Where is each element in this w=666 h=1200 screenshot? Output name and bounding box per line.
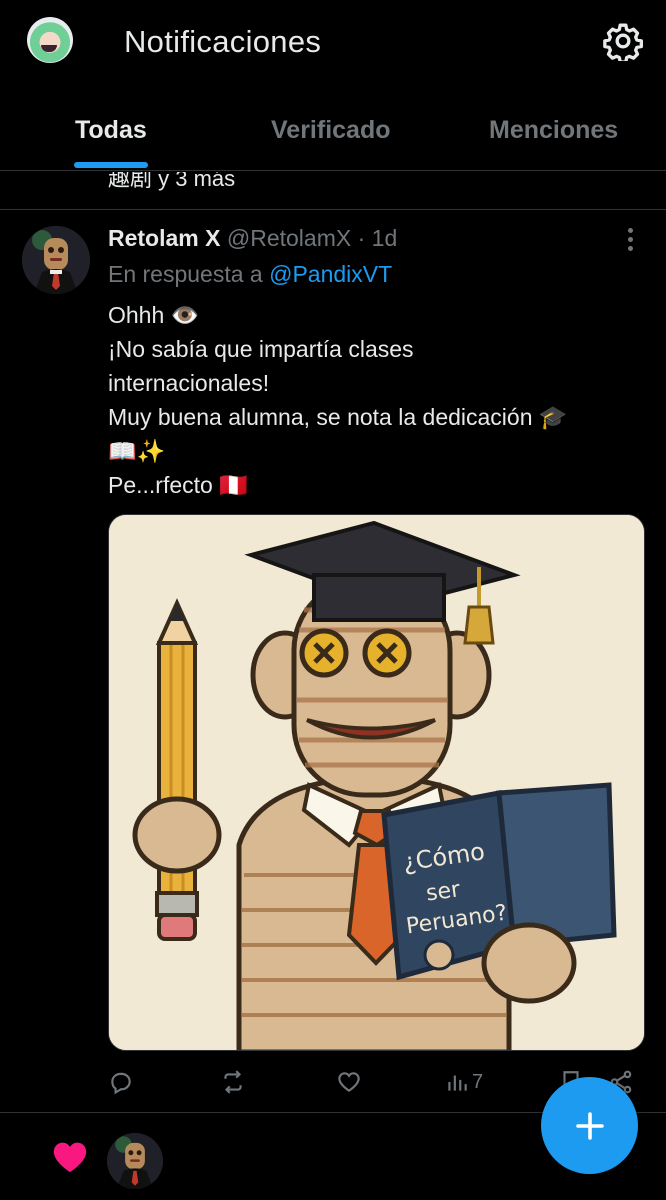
- post-time[interactable]: 1d: [372, 225, 398, 251]
- tab-verificado[interactable]: Verificado: [271, 116, 391, 145]
- author-handle[interactable]: @RetolamX: [227, 225, 351, 251]
- tab-todas[interactable]: Todas: [75, 116, 147, 145]
- author-name[interactable]: Retolam X: [108, 225, 220, 251]
- page-title: Notificaciones: [124, 24, 322, 59]
- separator-dot: ·: [357, 225, 366, 251]
- post-text-line: ¡No sabía que impartía clases: [108, 336, 414, 362]
- heart-filled-icon: [53, 1142, 87, 1172]
- book-title-line2: ser: [424, 877, 462, 907]
- reply-icon: [111, 1072, 131, 1095]
- post-text-line: internacionales!: [108, 370, 270, 396]
- post-author-avatar[interactable]: [22, 226, 90, 294]
- notification-tabs: Todas Verificado Menciones: [0, 100, 666, 170]
- post-text: Ohhh 👁️ ¡No sabía que impartía clases in…: [108, 298, 648, 502]
- app-header: Notificaciones Todas Verificado Mencione…: [0, 0, 666, 172]
- post-text-line: 📖✨: [108, 438, 166, 464]
- plus-icon: [575, 1111, 604, 1140]
- header-divider: [0, 170, 666, 171]
- post-divider: [0, 209, 666, 210]
- post-author-row: Retolam X @RetolamX · 1d: [108, 225, 397, 252]
- liker-avatar[interactable]: [107, 1133, 163, 1189]
- like-button[interactable]: [336, 1064, 362, 1100]
- post-image[interactable]: ¿Cómo ser Peruano?: [108, 514, 645, 1051]
- post-text-line: Muy buena alumna, se nota la dedicación …: [108, 404, 568, 430]
- post-text-line: Ohhh 👁️: [108, 302, 200, 328]
- reply-button[interactable]: [108, 1064, 134, 1100]
- repost-button[interactable]: [220, 1064, 246, 1100]
- reply-mention-link[interactable]: @PandixVT: [269, 261, 392, 287]
- tab-menciones[interactable]: Menciones: [489, 116, 618, 145]
- reply-label: En respuesta a: [108, 261, 263, 287]
- views-chart-icon: [448, 1075, 467, 1091]
- compose-button[interactable]: [541, 1077, 638, 1174]
- repost-icon: [224, 1070, 242, 1094]
- pencil-illustration: [155, 598, 199, 941]
- heart-outline-icon: [338, 1072, 360, 1092]
- reply-context: En respuesta a @PandixVT: [108, 261, 392, 288]
- active-tab-indicator: [74, 162, 148, 168]
- views-count: 7: [472, 1070, 484, 1093]
- views-button[interactable]: 7: [444, 1064, 483, 1100]
- gear-icon[interactable]: [603, 21, 643, 61]
- more-options-icon[interactable]: [622, 228, 638, 254]
- user-avatar[interactable]: [27, 17, 73, 63]
- post-text-line: Pe...rfecto 🇵🇪: [108, 472, 248, 498]
